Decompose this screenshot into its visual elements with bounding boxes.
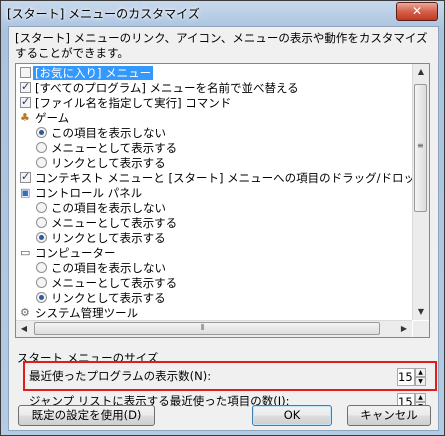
vertical-scrollbar[interactable]: ▲ ≡ ▼	[412, 64, 429, 320]
list-item-label: コンテキスト メニューと [スタート] メニューへの項目のドラッグ/ドロップを有…	[35, 171, 412, 185]
horizontal-scroll-thumb[interactable]: ⦀	[34, 322, 380, 335]
list-item-label: この項目を表示しない	[51, 126, 166, 140]
scroll-down-arrow-icon[interactable]: ▼	[414, 305, 428, 319]
system-tools-icon: ⚙	[20, 306, 30, 319]
list-item-label: コントロール パネル	[35, 186, 143, 200]
list-item-label: システム管理ツール	[35, 306, 139, 320]
radio-button[interactable]	[36, 292, 47, 303]
control-panel-icon: ▣	[20, 186, 31, 199]
checkbox[interactable]	[20, 80, 31, 94]
list-item-label: この項目を表示しない	[51, 201, 166, 215]
list-item-label: コンピューター	[35, 246, 116, 260]
list-item-label: ゲーム	[35, 111, 70, 125]
use-defaults-button[interactable]: 既定の設定を使用(D)	[18, 405, 155, 426]
checkbox[interactable]	[20, 67, 31, 78]
radio-button[interactable]	[36, 202, 47, 213]
radio-button[interactable]	[36, 232, 47, 243]
dialog-window: [スタート] メニューのカスタマイズ ✕ [スタート] メニューのリンク、アイコ…	[0, 0, 445, 436]
radio-button[interactable]	[36, 277, 47, 288]
list-item-label: メニューとして表示する	[51, 216, 178, 230]
checkbox[interactable]	[20, 170, 31, 184]
ok-button[interactable]: OK	[252, 405, 332, 426]
horizontal-scrollbar[interactable]: ◀ ⦀ ▶	[16, 320, 412, 337]
options-list: [お気に入り] メニュー[すべてのプログラム] メニューを名前で並べ替える[ファ…	[16, 64, 412, 320]
list-item-label: リンクとして表示する	[51, 291, 166, 305]
radio-button[interactable]	[36, 157, 47, 168]
grip-icon: ≡	[417, 141, 424, 150]
radio-button[interactable]	[36, 127, 47, 138]
list-item-label: この項目を表示しない	[51, 261, 166, 275]
list-item-label: メニューとして表示する	[51, 141, 178, 155]
cancel-button[interactable]: キャンセル	[347, 405, 431, 426]
title-bar[interactable]: [スタート] メニューのカスタマイズ ✕	[1, 1, 444, 25]
description-text: [スタート] メニューのリンク、アイコン、メニューの表示や動作をカスタマイズする…	[15, 31, 428, 60]
list-item-label: [お気に入り] メニュー	[33, 66, 154, 80]
game-icon: ♣	[20, 111, 30, 124]
list-item-label: [すべてのプログラム] メニューを名前で並べ替える	[35, 81, 299, 95]
close-button[interactable]: ✕	[396, 2, 438, 21]
list-item-label: リンクとして表示する	[51, 156, 166, 170]
highlight-box	[23, 361, 437, 391]
scroll-left-arrow-icon[interactable]: ◀	[17, 322, 31, 336]
scrollbar-corner	[413, 321, 429, 337]
options-listbox[interactable]: [お気に入り] メニュー[すべてのプログラム] メニューを名前で並べ替える[ファ…	[15, 63, 430, 338]
grip-icon: ⦀	[201, 323, 205, 332]
vertical-scroll-thumb[interactable]: ≡	[414, 84, 427, 212]
selected-label: [お気に入り] メニュー	[33, 66, 154, 80]
computer-icon: ▭	[20, 246, 31, 259]
list-item-label: リンクとして表示する	[51, 231, 166, 245]
scroll-up-arrow-icon[interactable]: ▲	[414, 65, 428, 79]
radio-button[interactable]	[36, 262, 47, 273]
radio-button[interactable]	[36, 142, 47, 153]
window-title: [スタート] メニューのカスタマイズ	[7, 7, 200, 21]
list-item-label: [ファイル名を指定して実行] コマンド	[35, 96, 232, 110]
checkbox[interactable]	[20, 95, 31, 109]
radio-button[interactable]	[36, 217, 47, 228]
list-item-label: メニューとして表示する	[51, 276, 178, 290]
spin-up-icon[interactable]: ▲	[415, 393, 426, 402]
scroll-right-arrow-icon[interactable]: ▶	[397, 322, 411, 336]
